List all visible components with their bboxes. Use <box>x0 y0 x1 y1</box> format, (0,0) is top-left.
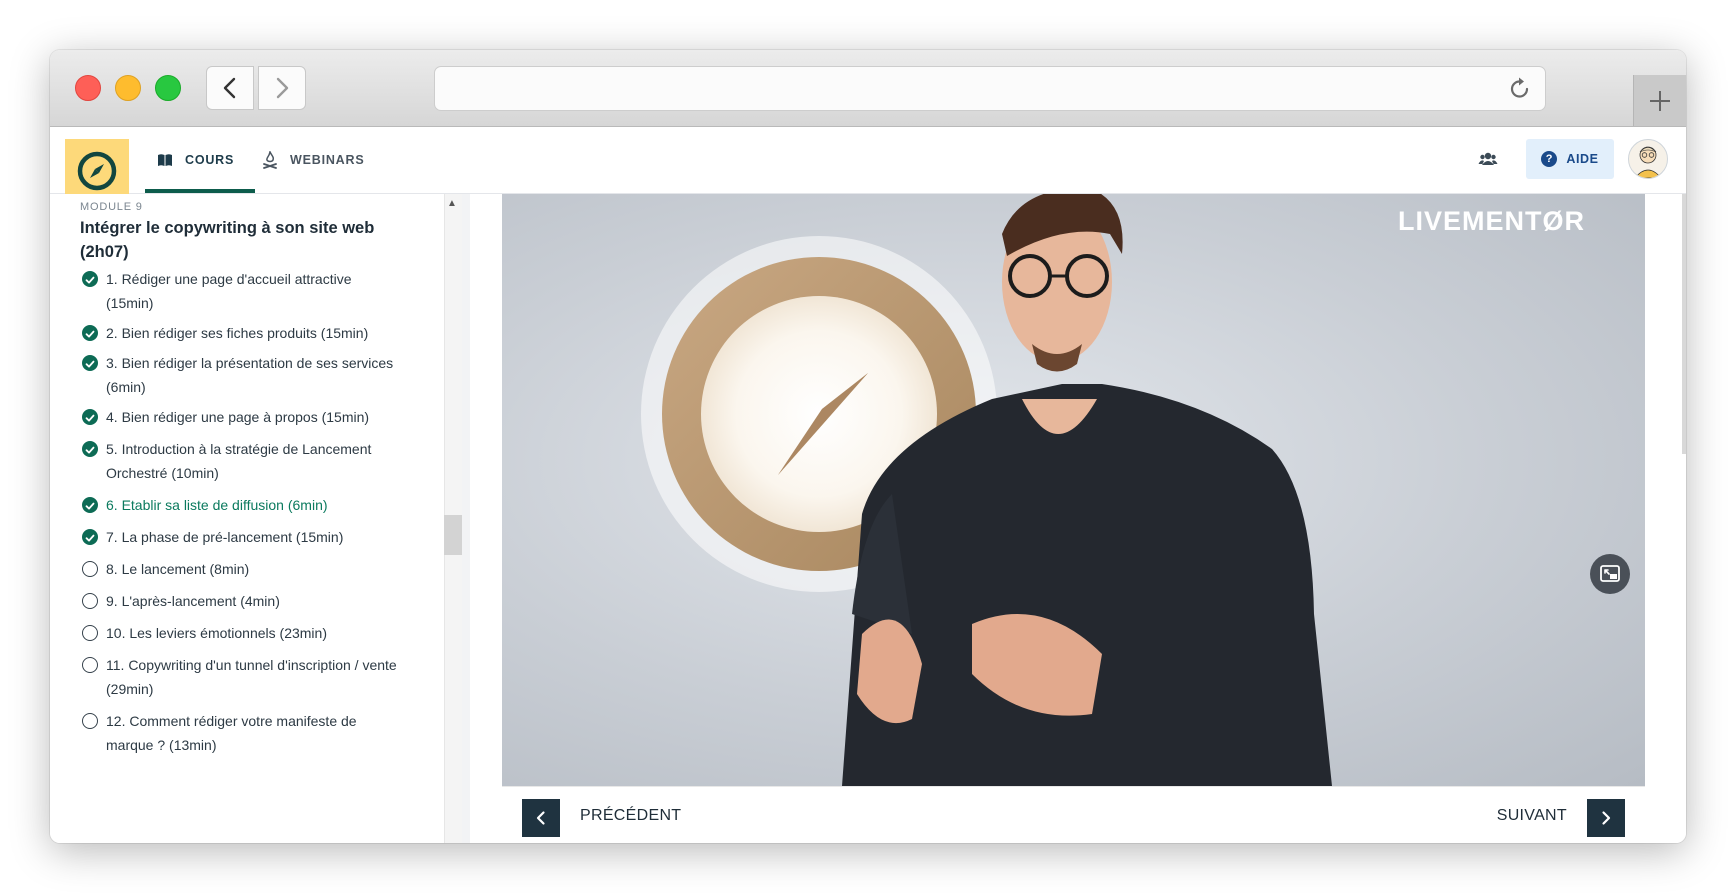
chevron-right-icon <box>276 77 289 99</box>
empty-circle-icon <box>82 561 98 577</box>
compass-icon <box>77 151 117 191</box>
app-header: COURS WEBINARS ? AIDE <box>50 127 1686 203</box>
completed-check-icon <box>82 441 98 457</box>
lesson-item[interactable]: 11. Copywriting d'un tunnel d'inscriptio… <box>80 653 400 701</box>
scroll-up-icon[interactable]: ▲ <box>447 198 457 209</box>
campfire-icon <box>262 151 278 169</box>
next-button[interactable] <box>1587 799 1625 837</box>
lesson-label: 8. Le lancement (8min) <box>106 561 250 577</box>
page-scrollbar[interactable] <box>1682 194 1686 454</box>
lesson-item-current[interactable]: 6. Etablir sa liste de diffusion (6min) <box>80 493 400 517</box>
lesson-item[interactable]: 1. Rédiger une page d'accueil attractive… <box>80 267 400 315</box>
empty-circle-icon <box>82 713 98 729</box>
picture-in-picture-button[interactable] <box>1590 554 1630 594</box>
completed-check-icon <box>82 325 98 341</box>
lesson-list: 1. Rédiger une page d'accueil attractive… <box>80 267 400 757</box>
lesson-label: 4. Bien rédiger une page à propos (15min… <box>106 409 370 425</box>
browser-forward-button[interactable] <box>258 66 306 110</box>
browser-window: COURS WEBINARS ? AIDE MODULE 9 Intégrer … <box>50 50 1686 843</box>
lesson-item[interactable]: 7. La phase de pré-lancement (15min) <box>80 525 400 549</box>
new-tab-button[interactable] <box>1633 75 1686 126</box>
reload-icon[interactable] <box>1507 76 1533 102</box>
lesson-item[interactable]: 4. Bien rédiger une page à propos (15min… <box>80 405 400 429</box>
lesson-item[interactable]: 3. Bien rédiger la présentation de ses s… <box>80 351 400 399</box>
lesson-label: 6. Etablir sa liste de diffusion (6min) <box>106 497 328 513</box>
lesson-label: 11. Copywriting d'un tunnel d'inscriptio… <box>106 657 397 697</box>
browser-toolbar <box>50 50 1686 127</box>
chevron-right-icon <box>1602 811 1611 825</box>
lesson-item[interactable]: 5. Introduction à la stratégie de Lancem… <box>80 437 400 485</box>
empty-circle-icon <box>82 625 98 641</box>
minimize-window-button[interactable] <box>115 75 141 101</box>
plus-icon <box>1650 90 1670 111</box>
lesson-label: 2. Bien rédiger ses fiches produits (15m… <box>106 325 369 341</box>
completed-check-icon <box>82 497 98 513</box>
completed-check-icon <box>82 271 98 287</box>
chevron-left-icon <box>536 811 545 825</box>
module-label: MODULE 9 <box>80 201 143 213</box>
lesson-label: 12. Comment rédiger votre manifeste de m… <box>106 713 357 753</box>
avatar[interactable] <box>1628 139 1668 179</box>
video-frame <box>641 194 1332 786</box>
sidebar-scrollbar-thumb[interactable] <box>444 515 462 555</box>
lesson-item[interactable]: 2. Bien rédiger ses fiches produits (15m… <box>80 321 400 345</box>
tab-webinars-label: WEBINARS <box>290 153 365 167</box>
maximize-window-button[interactable] <box>155 75 181 101</box>
community-icon[interactable] <box>1478 150 1498 173</box>
address-bar[interactable] <box>434 66 1546 111</box>
tab-webinars[interactable]: WEBINARS <box>262 127 364 193</box>
next-label[interactable]: SUIVANT <box>1497 807 1567 825</box>
help-label: AIDE <box>1566 152 1599 166</box>
lesson-item[interactable]: 12. Comment rédiger votre manifeste de m… <box>80 709 400 757</box>
chevron-left-icon <box>223 77 236 99</box>
lesson-label: 1. Rédiger une page d'accueil attractive… <box>106 271 352 311</box>
lesson-item[interactable]: 8. Le lancement (8min) <box>80 557 400 581</box>
empty-circle-icon <box>82 593 98 609</box>
module-title: Intégrer le copywriting à son site web (… <box>80 219 375 261</box>
empty-circle-icon <box>82 657 98 673</box>
book-icon <box>157 153 173 167</box>
tab-cours-label: COURS <box>185 153 235 167</box>
question-icon: ? <box>1541 151 1558 167</box>
previous-label[interactable]: PRÉCÉDENT <box>580 807 681 825</box>
lesson-label: 10. Les leviers émotionnels (23min) <box>106 625 327 641</box>
completed-check-icon <box>82 355 98 371</box>
lesson-label: 3. Bien rédiger la présentation de ses s… <box>106 355 394 395</box>
picture-in-picture-icon <box>1600 565 1620 582</box>
previous-button[interactable] <box>522 799 560 837</box>
tab-cours[interactable]: COURS <box>145 127 255 193</box>
help-button[interactable]: ? AIDE <box>1526 139 1614 179</box>
lesson-navigation: PRÉCÉDENT SUIVANT <box>502 786 1645 843</box>
panel-divider <box>462 194 470 843</box>
video-player[interactable]: LIVEMENTØR <box>502 194 1645 786</box>
lesson-label: 9. L'après-lancement (4min) <box>106 593 280 609</box>
lesson-item[interactable]: 10. Les leviers émotionnels (23min) <box>80 621 400 645</box>
browser-back-button[interactable] <box>206 66 254 110</box>
lesson-label: 5. Introduction à la stratégie de Lancem… <box>106 441 372 481</box>
lesson-sidebar: MODULE 9 Intégrer le copywriting à son s… <box>50 194 462 843</box>
completed-check-icon <box>82 409 98 425</box>
lesson-label: 7. La phase de pré-lancement (15min) <box>106 529 344 545</box>
completed-check-icon <box>82 529 98 545</box>
close-window-button[interactable] <box>75 75 101 101</box>
brand-watermark: LIVEMENTØR <box>1397 206 1585 236</box>
lesson-item[interactable]: 9. L'après-lancement (4min) <box>80 589 400 613</box>
